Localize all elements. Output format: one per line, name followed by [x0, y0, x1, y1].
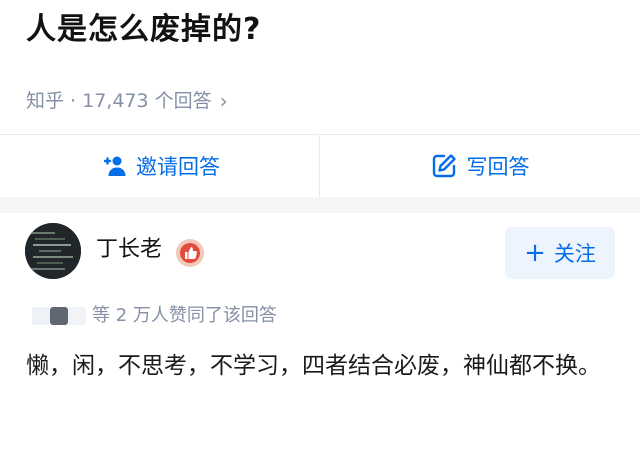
- plus-icon: +: [524, 238, 546, 268]
- add-user-icon: [103, 156, 126, 176]
- avatar[interactable]: [25, 223, 81, 279]
- question-title[interactable]: 人是怎么废掉的?: [26, 8, 261, 52]
- answer-content[interactable]: 懒，闲，不思考，不学习，四者结合必废，神仙都不换。: [26, 345, 622, 387]
- voter-avatar: [68, 307, 86, 325]
- voter-avatar: [50, 307, 68, 325]
- invite-answer-label: 邀请回答: [136, 155, 220, 179]
- write-answer-label: 写回答: [466, 155, 530, 179]
- question-meta-text: 知乎 · 17,473 个回答: [26, 90, 212, 112]
- chevron-right-icon: ›: [219, 89, 228, 113]
- voter-avatars: [26, 304, 90, 328]
- follow-label: 关注: [553, 242, 596, 266]
- section-gap: [0, 197, 640, 213]
- action-divider: [319, 135, 320, 197]
- invite-answer-button[interactable]: 邀请回答: [0, 135, 320, 197]
- write-answer-button[interactable]: 写回答: [320, 135, 640, 197]
- question-header: 人是怎么废掉的? 知乎 · 17,473 个回答 ›: [0, 0, 640, 134]
- avatar-image: [25, 223, 81, 279]
- follow-button[interactable]: + 关注: [505, 227, 615, 279]
- edit-icon: [432, 154, 456, 178]
- voter-avatar: [32, 307, 50, 325]
- author-name[interactable]: 丁长老: [96, 235, 162, 265]
- question-meta-link[interactable]: 知乎 · 17,473 个回答 ›: [26, 86, 228, 116]
- thumbs-up-icon: [176, 239, 204, 267]
- question-action-bar: 邀请回答 写回答: [0, 135, 640, 197]
- upvote-summary: 等 2 万人赞同了该回答: [26, 303, 277, 329]
- zhihu-question-page: 人是怎么废掉的? 知乎 · 17,473 个回答 › 邀请回答 写回答 丁长老 …: [0, 0, 640, 452]
- answer-card: 丁长老 + 关注 等 2 万人赞同了该回答 懒，闲，不思考，不学习，四者结合必废…: [0, 213, 640, 452]
- upvote-text: 等 2 万人赞同了该回答: [92, 305, 277, 326]
